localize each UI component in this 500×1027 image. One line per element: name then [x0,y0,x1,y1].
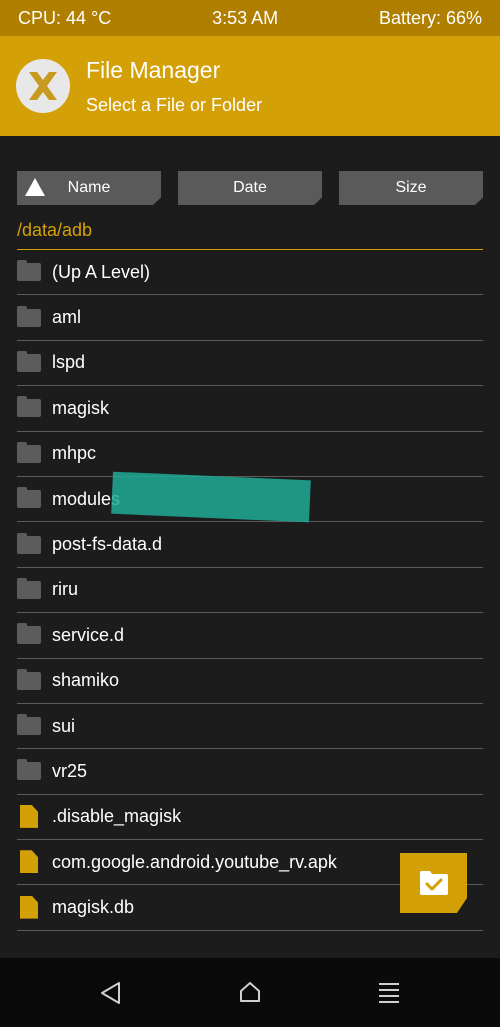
folder-icon [17,623,43,646]
twrp-logo-icon [16,59,70,113]
back-icon[interactable] [99,981,123,1005]
sort-name-label: Name [67,179,111,196]
file-name: post-fs-data.d [52,534,163,555]
folder-item[interactable]: mhpc [17,432,483,477]
current-path: /data/adb [17,220,93,240]
file-name: com.google.android.youtube_rv.apk [52,851,337,872]
status-bar: CPU: 44 °C 3:53 AM Battery: 66% [0,0,500,36]
folder-icon [17,668,43,692]
folder-item[interactable]: service.d [17,613,483,659]
navigation-bar [0,958,500,1027]
folder-item[interactable]: shamiko [17,659,483,704]
folder-icon [17,305,43,329]
folder-icon [17,577,43,601]
battery-level: Battery: 66% [378,7,482,28]
folder-icon [17,396,43,419]
folder-icon [17,260,43,283]
sort-by-size-button[interactable]: Size [339,171,483,205]
file-item[interactable]: .disable_magisk [17,795,483,841]
file-name: mhpc [52,443,97,464]
file-name: (Up A Level) [52,261,151,282]
file-icon [17,895,43,919]
file-name: magisk.db [52,897,135,918]
sort-by-date-button[interactable]: Date [178,171,322,205]
home-icon[interactable] [238,980,262,1004]
file-name: aml [52,307,82,328]
folder-item[interactable]: riru [17,568,483,614]
page-title: File Manager [86,57,221,83]
folder-icon [17,532,43,556]
file-name: sui [52,715,76,736]
file-name: vr25 [52,760,88,781]
file-name: lspd [52,352,86,373]
app-header: File Manager Select a File or Folder [0,36,500,136]
sort-bar: Name Date Size [17,171,483,205]
menu-icon[interactable] [377,981,401,1005]
file-name: shamiko [52,670,120,691]
file-icon [17,850,43,874]
file-name: service.d [52,624,125,645]
select-folder-button[interactable] [400,853,467,913]
file-name: magisk [52,397,110,418]
highlight-mark [111,471,311,523]
folder-icon [17,714,43,737]
file-name: .disable_magisk [52,806,182,827]
file-icon [17,804,43,828]
sort-size-label: Size [395,179,427,196]
folder-check-icon [420,871,448,895]
folder-item[interactable]: (Up A Level) [17,250,483,296]
cpu-temperature: CPU: 44 °C [18,7,112,28]
folder-icon [17,441,43,465]
folder-icon [17,487,43,510]
folder-item[interactable]: post-fs-data.d [17,522,483,568]
folder-item[interactable]: lspd [17,341,483,387]
folder-icon [17,759,43,782]
folder-item[interactable]: aml [17,295,483,341]
folder-item[interactable]: vr25 [17,749,483,795]
page-subtitle: Select a File or Folder [86,95,263,115]
folder-icon [17,350,43,374]
folder-item[interactable]: sui [17,704,483,750]
sort-ascending-icon [25,178,45,196]
file-browser: Name Date Size /data/adb (Up A Level) aml… [0,136,500,958]
sort-by-name-button[interactable]: Name [17,171,161,205]
file-list[interactable]: (Up A Level) aml lspd magisk mhpc modules post… [17,250,483,931]
file-name: riru [52,579,78,600]
sort-date-label: Date [233,179,267,196]
file-name: modules [52,488,121,509]
folder-item[interactable]: magisk [17,386,483,432]
clock: 3:53 AM [212,7,279,28]
